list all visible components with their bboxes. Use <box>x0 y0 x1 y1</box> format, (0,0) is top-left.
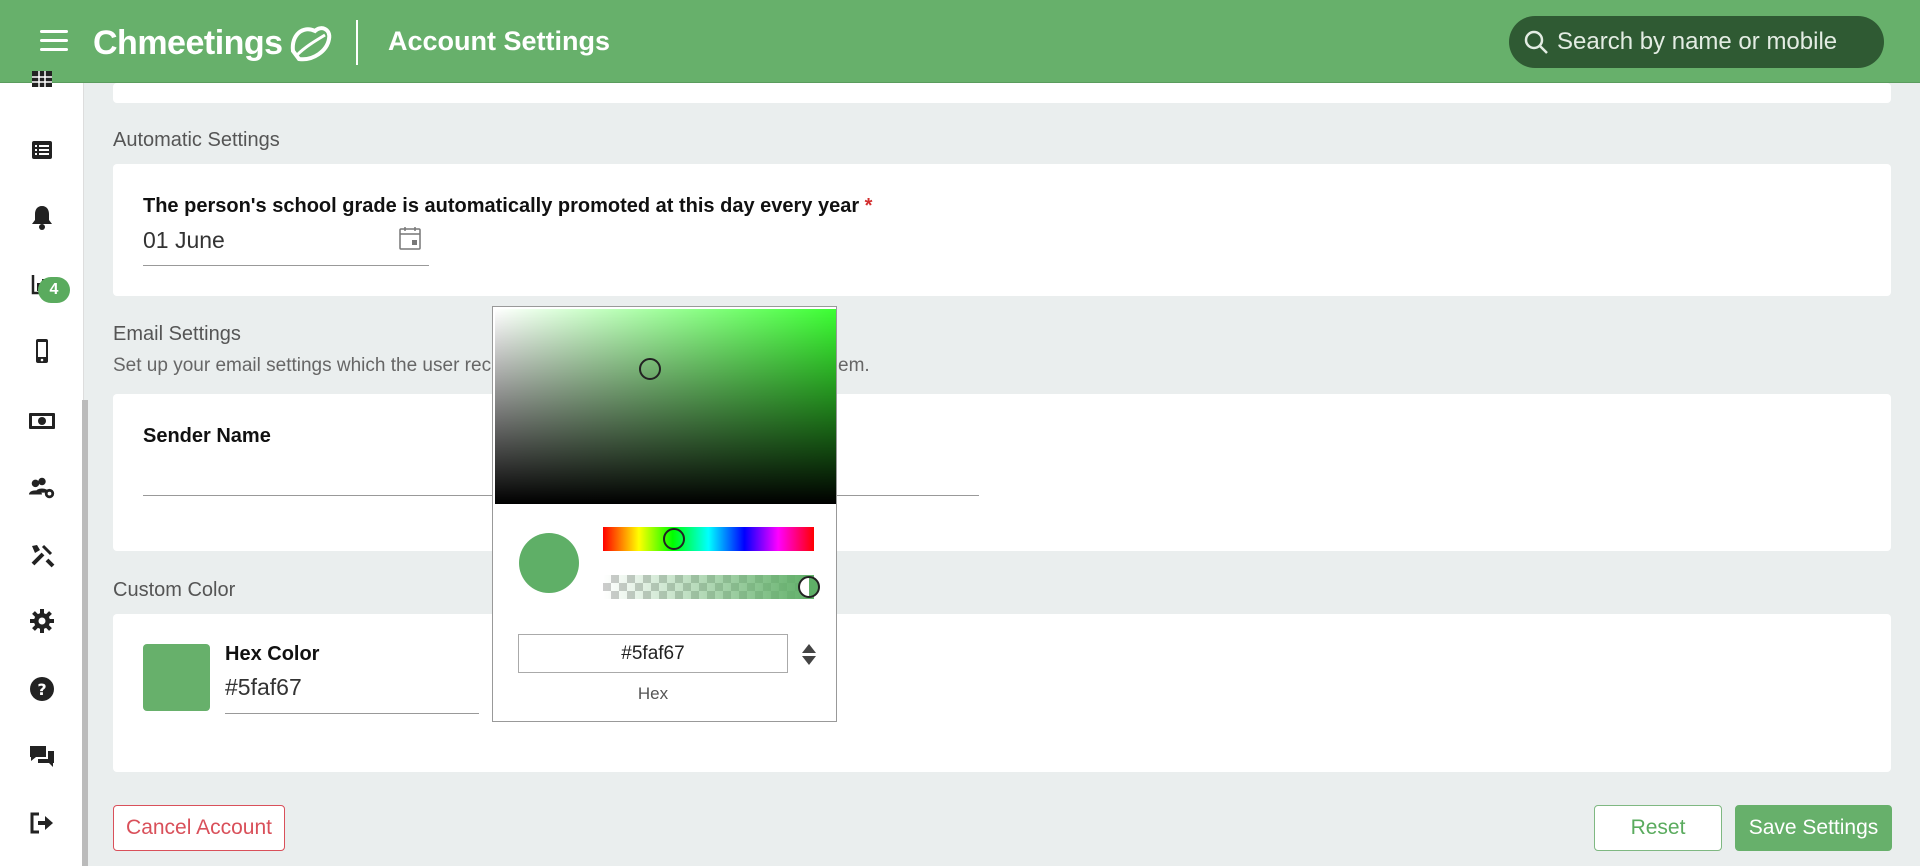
notification-badge: 4 <box>38 277 70 303</box>
top-bar: Chmeetings Account Settings <box>0 0 1920 83</box>
saturation-handle[interactable] <box>639 358 661 380</box>
hue-slider[interactable] <box>603 527 814 551</box>
email-settings-title: Email Settings <box>113 323 241 345</box>
hex-color-input[interactable]: #5faf67 <box>225 674 302 701</box>
picker-hex-input[interactable] <box>518 634 788 673</box>
leaf-logo-icon <box>290 26 331 62</box>
hex-color-underline <box>225 713 479 714</box>
gear-icon[interactable] <box>28 607 56 635</box>
search-box[interactable] <box>1509 16 1884 68</box>
custom-color-title: Custom Color <box>113 579 236 601</box>
sidebar-scrollbar[interactable] <box>82 400 88 866</box>
chat-icon[interactable] <box>28 742 56 770</box>
save-settings-button[interactable]: Save Settings <box>1735 805 1892 851</box>
table-icon[interactable] <box>28 65 56 93</box>
saturation-area[interactable] <box>495 309 836 504</box>
sidebar: ? 4 <box>0 71 84 866</box>
users-gear-icon[interactable] <box>28 474 56 502</box>
hamburger-menu-icon[interactable] <box>40 28 70 52</box>
reset-button[interactable]: Reset <box>1594 805 1722 851</box>
previous-section-card <box>113 83 1891 103</box>
email-settings-subtitle-end: em. <box>838 355 870 376</box>
money-icon[interactable] <box>28 407 56 435</box>
brand-logo[interactable]: Chmeetings <box>93 18 333 68</box>
automatic-settings-card <box>113 164 1891 296</box>
search-input[interactable] <box>1557 28 1877 56</box>
mobile-icon[interactable] <box>28 337 56 365</box>
hue-handle[interactable] <box>663 528 685 550</box>
email-settings-card <box>113 394 1891 551</box>
calendar-icon[interactable] <box>399 226 421 255</box>
color-preview <box>519 533 579 593</box>
sender-name-label: Sender Name <box>143 425 271 447</box>
grade-promotion-label: The person's school grade is automatical… <box>143 195 873 217</box>
grade-promotion-date[interactable]: 01 June <box>143 227 225 254</box>
help-icon[interactable]: ? <box>28 675 56 703</box>
list-icon[interactable] <box>28 136 56 164</box>
grade-date-underline <box>143 265 429 266</box>
alpha-slider[interactable] <box>603 575 814 599</box>
brand-name: Chmeetings <box>93 23 283 62</box>
picker-mode-label: Hex <box>637 684 669 703</box>
color-picker-popup: Hex <box>492 306 837 722</box>
cancel-account-button[interactable]: Cancel Account <box>113 805 285 851</box>
page-title: Account Settings <box>388 26 611 56</box>
hex-color-label: Hex Color <box>225 643 320 665</box>
color-swatch[interactable] <box>143 644 210 711</box>
custom-color-card <box>113 614 1891 772</box>
search-icon <box>1524 30 1548 54</box>
bell-icon[interactable] <box>28 203 56 231</box>
alpha-handle[interactable] <box>798 576 820 598</box>
automatic-settings-title: Automatic Settings <box>113 129 280 151</box>
header-divider <box>356 20 358 65</box>
logout-icon[interactable] <box>28 809 56 837</box>
email-settings-subtitle: Set up your email settings which the use… <box>113 355 492 376</box>
tools-icon[interactable] <box>28 541 56 569</box>
svg-text:?: ? <box>37 680 46 699</box>
mode-toggle-icon[interactable] <box>799 637 819 671</box>
